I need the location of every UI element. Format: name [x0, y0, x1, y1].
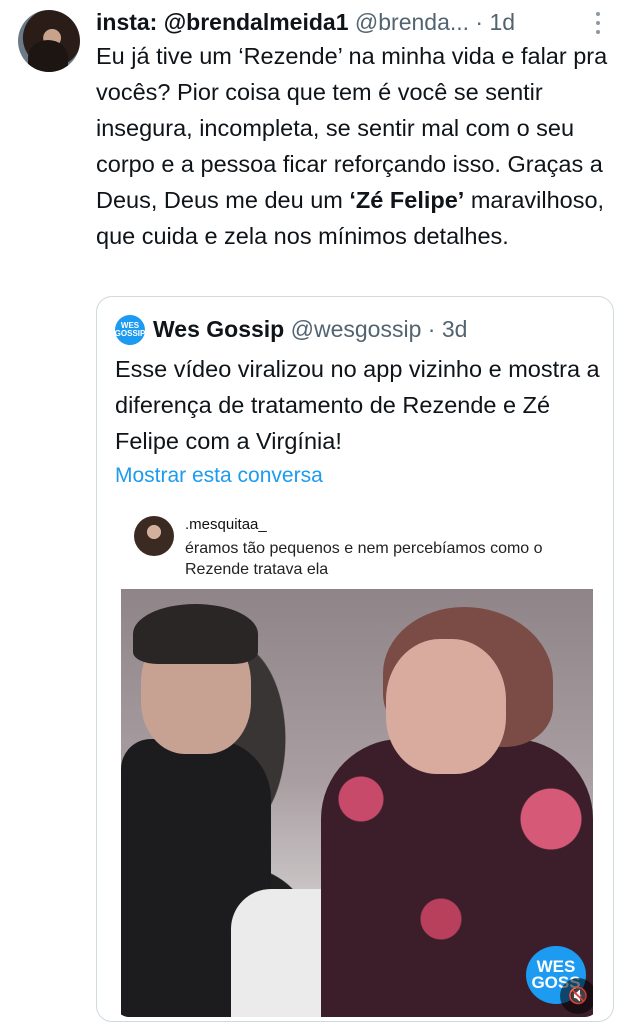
quote-timestamp[interactable]: 3d [442, 316, 468, 342]
media-user-avatar [134, 516, 174, 556]
quote-display-name[interactable]: Wes Gossip [153, 316, 284, 342]
media-video[interactable]: .mesquitaa_ éramos tão pequenos e nem pe… [115, 504, 599, 1017]
media-username: .mesquitaa_ [185, 516, 267, 533]
display-name[interactable]: insta: @brendalmeida1 [96, 9, 349, 35]
separator-dot: · [475, 9, 484, 35]
volume-muted-icon[interactable]: 🔇 [560, 978, 593, 1014]
avatar[interactable] [18, 10, 80, 72]
media-caption: éramos tão pequenos e nem percebíamos co… [185, 540, 543, 578]
tweet[interactable]: insta: @brendalmeida1 @brenda... · 1d Eu… [0, 0, 632, 1024]
tweet-text: Eu já tive um ‘Rezende’ na minha vida e … [96, 38, 616, 254]
handle[interactable]: @brenda... [355, 9, 469, 35]
quote-avatar[interactable]: WES GOSSIP [115, 315, 145, 345]
quoted-tweet[interactable]: WES GOSSIP Wes Gossip @wesgossip · 3d Es… [96, 296, 614, 1022]
video-figure [133, 604, 258, 664]
timestamp[interactable]: 1d [489, 9, 515, 35]
quote-handle[interactable]: @wesgossip [291, 316, 422, 342]
separator-dot: · [427, 316, 436, 342]
more-vertical-icon[interactable] [594, 12, 602, 34]
video-figure [386, 639, 506, 774]
tweet-text-bold: ‘Zé Felipe’ [349, 187, 465, 213]
tweet-header: insta: @brendalmeida1 @brenda... · 1d [96, 4, 616, 40]
video-frame[interactable]: WES GOSS 🔇 [121, 589, 593, 1017]
show-thread-link[interactable]: Mostrar esta conversa [115, 461, 323, 491]
quote-text: Esse vídeo viralizou no app vizinho e mo… [115, 356, 600, 454]
quote-header: Wes Gossip @wesgossip · 3d [153, 311, 603, 347]
